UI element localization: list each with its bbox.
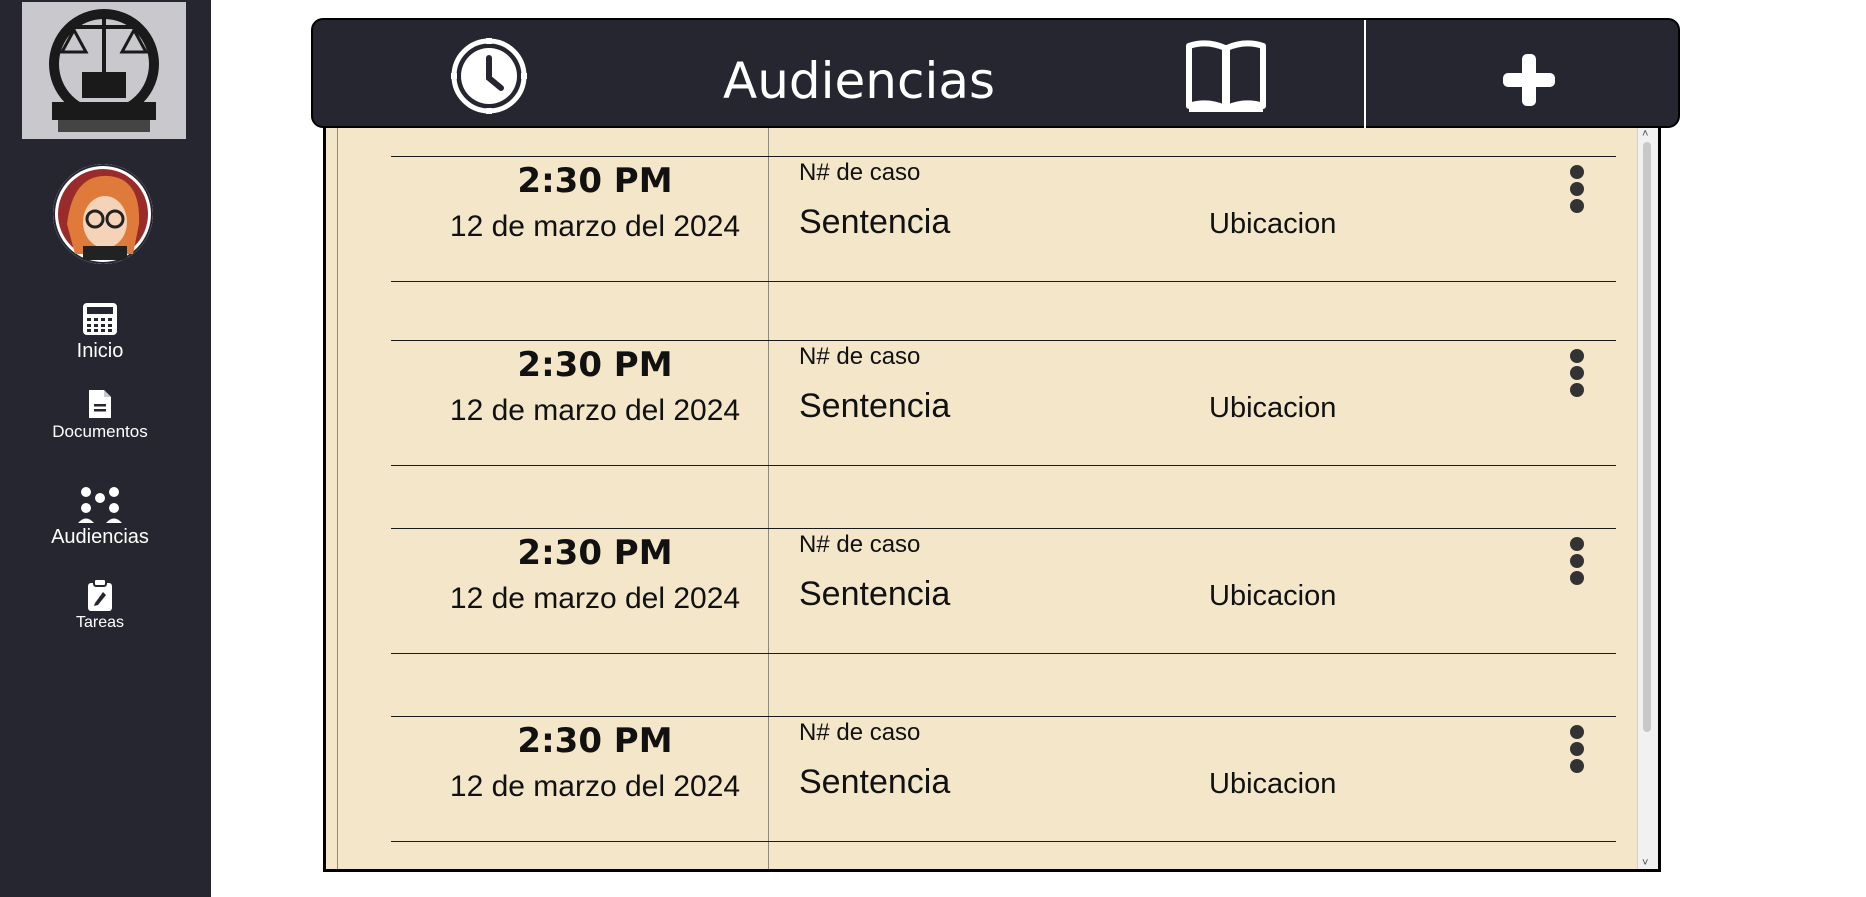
people-icon [78, 487, 122, 523]
more-options-icon[interactable] [1566, 349, 1588, 399]
hearing-time: 2:30 PM [517, 345, 673, 385]
hearing-type: Sentencia [799, 387, 951, 425]
hearing-location: Ubicacion [1209, 580, 1337, 612]
more-options-icon[interactable] [1566, 537, 1588, 587]
logo [22, 2, 186, 139]
hearing-location: Ubicacion [1209, 768, 1337, 800]
more-options-icon[interactable] [1566, 725, 1588, 775]
sidebar-item-tareas[interactable]: Tareas [0, 578, 200, 632]
sidebar-item-label: Documentos [52, 422, 148, 441]
header-bar: Audiencias [311, 18, 1680, 128]
hearings-list[interactable]: 2:30 PM 12 de marzo del 2024 N# de caso … [323, 128, 1661, 872]
hearing-date: 12 de marzo del 2024 [449, 770, 741, 803]
calculator-icon [83, 303, 117, 335]
scroll-up-icon[interactable]: ˄ [1642, 128, 1648, 140]
header-divider [1364, 20, 1366, 128]
sidebar-item-documentos[interactable]: Documentos [0, 388, 200, 442]
hearing-time: 2:30 PM [517, 533, 673, 573]
sidebar-item-inicio[interactable]: Inicio [0, 302, 200, 363]
case-number: N# de caso [799, 343, 921, 370]
list-item[interactable]: 2:30 PM 12 de marzo del 2024 N# de caso … [391, 340, 1616, 466]
hearing-type: Sentencia [799, 203, 951, 241]
case-number: N# de caso [799, 719, 921, 746]
sidebar-item-label: Audiencias [51, 526, 149, 548]
hearing-location: Ubicacion [1209, 392, 1337, 424]
hearing-time: 2:30 PM [517, 161, 673, 201]
sidebar-item-label: Inicio [76, 340, 124, 362]
scroll-down-icon[interactable]: ˅ [1642, 857, 1648, 869]
scrollbar-thumb[interactable] [1643, 142, 1651, 732]
hearing-date: 12 de marzo del 2024 [449, 394, 741, 427]
list-item[interactable]: 2:30 PM 12 de marzo del 2024 N# de caso … [391, 156, 1616, 282]
more-options-icon[interactable] [1566, 165, 1588, 215]
case-number: N# de caso [799, 159, 921, 186]
hearing-type: Sentencia [799, 763, 951, 801]
hearing-date: 12 de marzo del 2024 [449, 210, 741, 243]
clock-icon[interactable] [449, 36, 529, 116]
list-item[interactable]: 2:30 PM 12 de marzo del 2024 N# de caso … [391, 716, 1616, 842]
sidebar: Inicio Documentos Audiencias Tareas [0, 0, 211, 897]
list-item[interactable]: 2:30 PM 12 de marzo del 2024 N# de caso … [391, 528, 1616, 654]
plus-icon[interactable] [1501, 52, 1557, 108]
hearing-time: 2:30 PM [517, 721, 673, 761]
book-icon[interactable] [1185, 40, 1267, 114]
hearing-type: Sentencia [799, 575, 951, 613]
page-title: Audiencias [723, 52, 996, 110]
margin-line [337, 128, 338, 869]
sidebar-item-audiencias[interactable]: Audiencias [0, 486, 200, 549]
hearing-location: Ubicacion [1209, 208, 1337, 240]
scrollbar[interactable]: ˄ ˅ [1637, 128, 1658, 869]
document-icon [89, 390, 111, 418]
clipboard-edit-icon [88, 578, 112, 611]
hearing-date: 12 de marzo del 2024 [449, 582, 741, 615]
sidebar-item-label: Tareas [75, 614, 125, 631]
avatar[interactable] [53, 164, 153, 264]
case-number: N# de caso [799, 531, 921, 558]
